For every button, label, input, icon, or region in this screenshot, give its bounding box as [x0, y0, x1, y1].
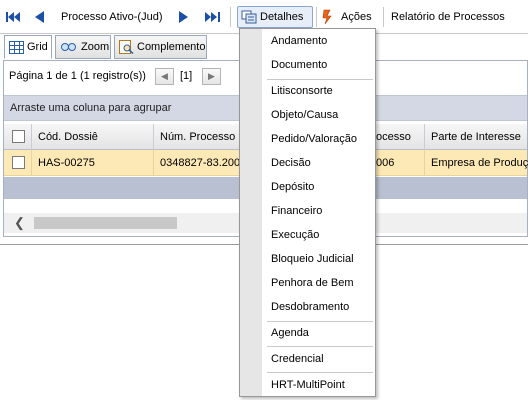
cell-processo: 006 [368, 150, 425, 176]
zoom-icon [61, 43, 76, 51]
menu-separator [267, 79, 373, 80]
menu-item-andamento[interactable]: Andamento [271, 35, 327, 47]
group-by-hint: Arraste uma coluna para agrupar [10, 102, 172, 114]
toolbar-divider [316, 7, 317, 27]
relatorio-processos-button[interactable]: Relatório de Processos [391, 11, 505, 23]
menu-item-execucao[interactable]: Execução [271, 229, 319, 241]
menu-separator [267, 372, 373, 373]
column-header-parte-interesse[interactable]: Parte de Interesse [425, 124, 528, 150]
column-header-processo[interactable]: ocesso [368, 124, 425, 150]
scroll-left-icon[interactable]: ❮ [14, 215, 25, 231]
detalhes-dropdown-menu: Andamento Documento Litisconsorte Objeto… [239, 28, 376, 397]
menu-item-bloqueio-judicial[interactable]: Bloqueio Judicial [271, 253, 354, 265]
toolbar-divider [230, 7, 231, 27]
menu-icon-gutter [240, 29, 262, 396]
last-record-icon[interactable] [204, 10, 222, 27]
toolbar-divider [383, 7, 384, 27]
pager-summary: Página 1 de 1 (1 registro(s)) [9, 70, 146, 82]
chevron-left-icon: ◀ [161, 71, 168, 81]
details-icon [241, 10, 257, 27]
detalhes-label: Detalhes [260, 11, 304, 23]
menu-item-objeto-causa[interactable]: Objeto/Causa [271, 109, 338, 121]
tab-grid-label: Grid [27, 41, 48, 53]
next-record-icon[interactable] [178, 10, 190, 27]
grid-icon [9, 40, 24, 54]
scrollbar-thumb[interactable] [34, 217, 177, 229]
menu-separator [267, 321, 373, 322]
tab-complemento-label: Complemento [137, 41, 206, 53]
menu-item-penhora-de-bem[interactable]: Penhora de Bem [271, 277, 354, 289]
menu-item-documento[interactable]: Documento [271, 59, 327, 71]
actions-icon [321, 9, 337, 28]
menu-separator [267, 346, 373, 347]
menu-item-litisconsorte[interactable]: Litisconsorte [271, 85, 333, 97]
pager-current-page[interactable]: [1] [180, 70, 192, 82]
row-checkbox[interactable] [12, 156, 25, 169]
column-header-cod-dossie[interactable]: Cód. Dossiê [32, 124, 154, 150]
pager-next-button[interactable]: ▶ [202, 68, 221, 85]
tab-zoom-label: Zoom [81, 41, 110, 53]
pager-prev-button[interactable]: ◀ [155, 68, 174, 85]
tab-complemento[interactable]: Complemento [114, 35, 207, 59]
cell-cod-dossie: HAS-00275 [32, 150, 154, 176]
tab-grid[interactable]: Grid [4, 35, 52, 59]
menu-item-decisao[interactable]: Decisão [271, 157, 311, 169]
processo-ativo-label: Processo Ativo-(Jud) [61, 11, 163, 23]
select-all-cell [4, 124, 32, 150]
select-all-checkbox[interactable] [12, 130, 25, 143]
menu-item-deposito[interactable]: Depósito [271, 181, 314, 193]
menu-item-pedido-valoracao[interactable]: Pedido/Valoração [271, 133, 357, 145]
menu-item-agenda[interactable]: Agenda [271, 327, 309, 339]
menu-item-desdobramento[interactable]: Desdobramento [271, 301, 349, 313]
first-record-icon[interactable] [5, 10, 21, 27]
detalhes-button[interactable]: Detalhes [237, 6, 313, 28]
menu-item-hrt-multipoint[interactable]: HRT-MultiPoint [271, 379, 345, 391]
previous-record-icon[interactable] [33, 10, 45, 27]
chevron-right-icon: ▶ [208, 71, 215, 81]
complement-icon [119, 40, 134, 54]
menu-item-financeiro[interactable]: Financeiro [271, 205, 322, 217]
acoes-button[interactable]: Ações [341, 11, 372, 23]
row-select-cell [4, 150, 32, 176]
tab-zoom[interactable]: Zoom [55, 35, 111, 59]
menu-item-credencial[interactable]: Credencial [271, 353, 324, 365]
cell-parte-interesse: Empresa de Produção [431, 157, 528, 169]
